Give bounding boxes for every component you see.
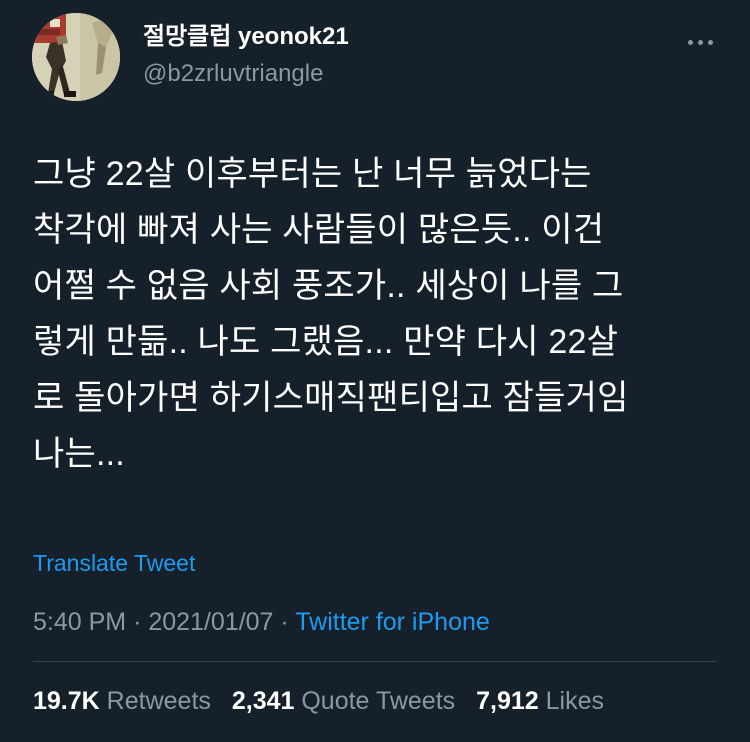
quote-tweets-label: Quote Tweets — [301, 687, 456, 715]
tweet-detail: 절망클럽 yeonok21 @b2zrluvtriangle 그냥 22살 이후… — [0, 0, 750, 742]
meta-separator: · — [280, 608, 289, 636]
quote-tweets-count: 2,341 — [231, 687, 295, 715]
avatar-image — [32, 13, 120, 101]
avatar[interactable] — [32, 13, 120, 101]
more-horizontal-icon-dot — [697, 39, 703, 45]
tweet-metadata: 5:40 PM · 2021/01/07 · Twitter for iPhon… — [33, 605, 490, 639]
tweet-date[interactable]: 2021/01/07 — [148, 608, 273, 636]
retweets-count: 19.7K — [33, 687, 100, 715]
more-horizontal-icon — [687, 39, 693, 45]
author-display-name[interactable]: 절망클럽 yeonok21 — [143, 22, 349, 52]
quote-tweets-stat[interactable]: 2,341 Quote Tweets — [232, 687, 455, 715]
translate-tweet-link[interactable]: Translate Tweet — [33, 548, 195, 578]
more-horizontal-icon-dot — [707, 39, 713, 45]
tweet-text: 그냥 22살 이후부터는 난 너무 늙었다는 착각에 빠져 사는 사람들이 많은… — [33, 155, 629, 473]
likes-label: Likes — [545, 687, 604, 715]
tweet-stats: 19.7K Retweets 2,341 Quote Tweets 7,912 … — [33, 684, 618, 718]
retweets-stat[interactable]: 19.7K Retweets — [33, 687, 211, 715]
tweet-time[interactable]: 5:40 PM — [33, 608, 126, 636]
likes-count: 7,912 — [476, 687, 539, 715]
author-handle[interactable]: @b2zrluvtriangle — [143, 59, 323, 89]
tweet-source-link[interactable]: Twitter for iPhone — [295, 608, 490, 636]
retweets-label: Retweets — [106, 687, 211, 715]
more-options-button[interactable] — [680, 28, 720, 56]
likes-stat[interactable]: 7,912 Likes — [476, 687, 604, 715]
divider — [33, 661, 717, 662]
meta-separator: · — [133, 608, 142, 636]
